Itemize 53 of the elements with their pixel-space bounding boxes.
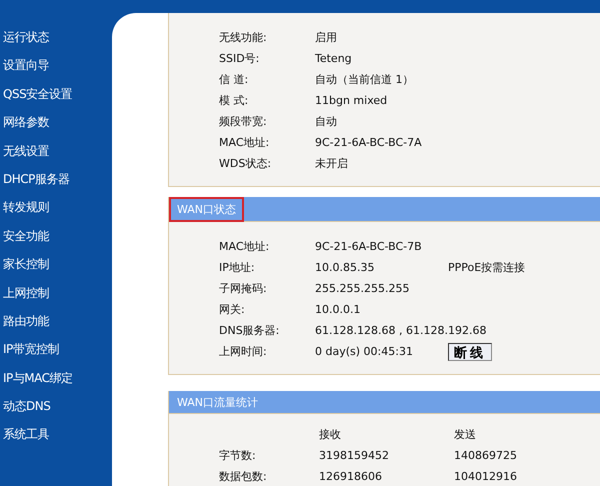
field-label: MAC地址: [219,135,270,150]
sidebar-item[interactable]: 网络参数 [3,113,112,142]
field-value: 0 day(s) 00:45:31 [315,345,414,358]
field-value: 11bgn mixed [315,94,388,107]
sidebar-item[interactable]: 动态DNS [3,397,112,426]
table-cell-text: 126918606 [319,470,383,483]
field-label: 信 道: [219,72,250,87]
field-value: 启用 [315,30,338,45]
column-header: 发送 [454,427,477,442]
field-value: 自动 [315,114,338,129]
field-value: 255.255.255.255 [315,282,410,295]
column-header: 接收 [319,427,342,442]
field-value: 未开启 [315,156,349,171]
sidebar-item[interactable]: 无线设置 [3,142,112,170]
field-label: SSID号: [219,51,260,66]
sidebar-item[interactable]: 设置向导 [3,56,112,85]
sidebar-item[interactable]: 路由功能 [3,312,112,340]
field-label: 频段带宽: [219,114,268,129]
field-value: 10.0.0.1 [315,303,362,316]
table-cell-text: 3198159452 [319,449,390,462]
disconnect-button[interactable]: 断线 [448,342,492,360]
sidebar-item[interactable]: QSS安全设置 [3,84,112,114]
sidebar-item[interactable]: 家长控制 [3,255,112,284]
field-label: IP地址: [219,260,256,275]
field-value: 9C-21-6A-BC-BC-7B [315,240,423,253]
sidebar-item[interactable]: 上网控制 [3,284,112,312]
connection-type: PPPoE按需连接 [448,260,526,275]
table-cell-text: 104012916 [454,470,518,483]
sidebar-item[interactable]: 运行状态 [3,28,112,56]
field-label: 模 式: [219,93,250,108]
field-value: Teteng [315,52,353,65]
section-title: WAN口状态 [169,196,244,222]
sidebar-item[interactable]: 转发规则 [3,198,112,227]
sidebar-item[interactable]: IP与MAC绑定 [3,368,112,398]
field-label: 无线功能: [219,30,268,45]
field-label: DNS服务器: [219,323,280,338]
field-label: 子网掩码: [219,281,268,296]
field-value: 9C-21-6A-BC-BC-7A [315,136,423,149]
field-label: MAC地址: [219,239,270,254]
field-label: WDS状态: [219,156,272,171]
sidebar-item[interactable]: 安全功能 [3,226,112,256]
field-value: 61.128.128.68 , 61.128.192.68 [315,324,486,337]
field-label: 字节数: [219,448,257,463]
sidebar-item[interactable]: IP带宽控制 [3,340,112,369]
field-label: 数据包数: [219,469,268,484]
sidebar-item[interactable]: DHCP服务器 [3,170,112,198]
section-title: WAN口流量统计 [176,394,260,410]
table-cell-text: 140869725 [454,449,518,462]
sidebar-item[interactable]: 系统工具 [3,425,112,454]
field-value: 自动（当前信道 1） [315,72,414,87]
field-value: 10.0.85.35 [315,261,376,274]
field-label: 上网时间: [219,344,268,359]
field-label: 网关: [219,302,246,317]
